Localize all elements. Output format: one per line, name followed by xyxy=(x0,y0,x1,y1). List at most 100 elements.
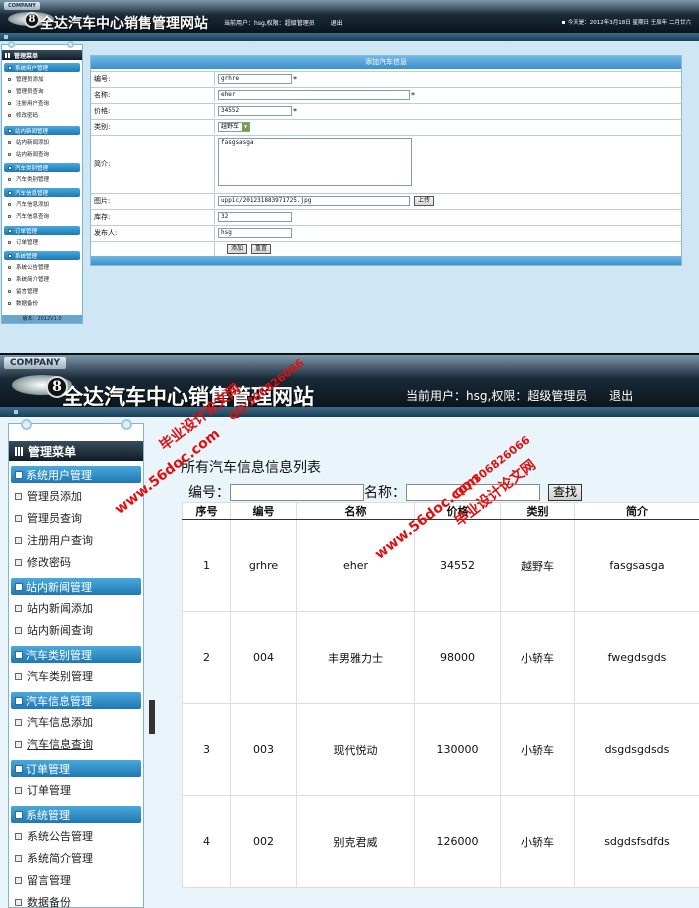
upload-button[interactable]: 上传 xyxy=(414,196,435,206)
menu-item-label: 系统公告管理 xyxy=(27,830,93,843)
menu-item-announcements[interactable]: 系统公告管理 xyxy=(8,262,78,272)
table-cell: 别克君威 xyxy=(296,795,415,888)
menu-item-announcements[interactable]: 系统公告管理 xyxy=(15,826,139,846)
field-cell: uppic/201231883971725.jpg 上传 xyxy=(215,194,681,208)
menu-item-car-query[interactable]: 汽车信息查询 xyxy=(8,211,78,221)
menu-group-system-users[interactable]: 系统用户管理 xyxy=(4,63,80,72)
menu-group-system[interactable]: 系统管理 xyxy=(4,251,80,260)
menu-item-orders[interactable]: 订单管理 xyxy=(8,237,78,247)
search-button[interactable]: 查找 xyxy=(548,483,583,501)
user-role: 超级管理员 xyxy=(527,389,588,403)
menu-item-admin-query[interactable]: 管理员查询 xyxy=(8,86,78,96)
menu-group-car-info[interactable]: 汽车信息管理 xyxy=(4,188,80,197)
table-row: 4 002 别克君威 126000 小轿车 sdgdsfsdfds xyxy=(182,795,699,888)
menu-item-system-intro[interactable]: 系统简介管理 xyxy=(8,274,78,284)
menu-item-label: 汽车信息查询 xyxy=(27,738,93,751)
logout-link[interactable]: 退出 xyxy=(331,20,343,27)
menu-group-orders[interactable]: 订单管理 xyxy=(11,760,141,777)
menu-item-registered-users[interactable]: 注册用户查询 xyxy=(8,98,78,108)
list-title: 所有汽车信息信息列表 xyxy=(181,460,321,476)
menu-item-car-types[interactable]: 汽车类别管理 xyxy=(8,174,78,184)
menu-item-news-query[interactable]: 站内新闻查询 xyxy=(8,149,78,159)
screenshot-car-list: COMPANY 8 全达汽车中心销售管理网站 当前用户：hsg,权限：超级管理员… xyxy=(0,355,699,908)
menu-item-backup[interactable]: 数据备份 xyxy=(8,298,78,308)
menu-item-admin-add[interactable]: 管理员添加 xyxy=(8,74,78,84)
type-select[interactable]: 越野车 ▼ xyxy=(218,122,250,132)
menu-item-registered-users[interactable]: 注册用户查询 xyxy=(15,530,139,550)
menu-item-label: 留言管理 xyxy=(16,289,39,295)
code-search-input[interactable] xyxy=(230,483,364,501)
menu-item-change-password[interactable]: 修改密码 xyxy=(15,552,139,572)
menu-item-car-types[interactable]: 汽车类别管理 xyxy=(15,666,139,686)
menu-group-label: 系统用户管理 xyxy=(15,65,49,72)
intro-textarea[interactable]: fasgsasga xyxy=(218,138,412,186)
menu-item-label: 数据备份 xyxy=(16,301,39,307)
search-bar: 编号： 名称： 查找 xyxy=(188,482,583,502)
menu-item-news-add[interactable]: 站内新闻添加 xyxy=(8,137,78,147)
publisher-input[interactable]: hsg xyxy=(218,228,292,238)
company-badge: COMPANY xyxy=(4,2,40,10)
site-title: 全达汽车中心销售管理网站 xyxy=(40,16,208,32)
sidebar-title: 管理菜单 xyxy=(9,441,143,461)
menu-group-system-users[interactable]: 系统用户管理 xyxy=(11,466,141,483)
page-icon xyxy=(15,492,22,500)
menu-group-car-types[interactable]: 汽车类别管理 xyxy=(4,163,80,172)
folder-icon xyxy=(8,228,12,233)
menu-item-messages[interactable]: 留言管理 xyxy=(15,870,139,890)
table-row: 1 grhre eher 34552 越野车 fasgsasga xyxy=(182,519,699,612)
menu-group-car-info[interactable]: 汽车信息管理 xyxy=(11,692,141,709)
stock-input[interactable]: 32 xyxy=(218,212,292,222)
menu-group-orders[interactable]: 订单管理 xyxy=(4,226,80,235)
table-cell: 002 xyxy=(230,795,297,888)
menu-group-car-types[interactable]: 汽车类别管理 xyxy=(11,646,141,663)
add-button[interactable]: 添加 xyxy=(227,244,248,254)
menu-group-system[interactable]: 系统管理 xyxy=(11,806,141,823)
name-input[interactable]: eher xyxy=(218,90,410,100)
folder-icon xyxy=(8,65,12,70)
menu-item-change-password[interactable]: 修改密码 xyxy=(8,110,78,120)
menu-group-news[interactable]: 站内新闻管理 xyxy=(11,578,141,595)
reset-button[interactable]: 重置 xyxy=(251,244,272,254)
header: COMPANY 8 全达汽车中心销售管理网站 当前用户：hsg,权限：超级管理员… xyxy=(0,0,699,33)
user-name: hsg xyxy=(254,20,265,27)
menu-item-label: 管理员查询 xyxy=(27,512,82,525)
folder-icon xyxy=(8,165,12,170)
date-info: 今天是：2012年3月18日 星期日 壬辰年 二月廿六 xyxy=(561,18,691,26)
form-row-actions: 添加 重置 xyxy=(91,241,681,256)
date-text: 今天是：2012年3月18日 星期日 壬辰年 二月廿六 xyxy=(567,20,691,26)
table-cell: 003 xyxy=(230,703,297,796)
menu-item-system-intro[interactable]: 系统简介管理 xyxy=(15,848,139,868)
menu-group-news[interactable]: 站内新闻管理 xyxy=(4,126,80,135)
field-cell: fasgsasga xyxy=(215,136,681,192)
sidebar-collapse-handle[interactable] xyxy=(149,700,155,734)
menu-item-news-add[interactable]: 站内新闻添加 xyxy=(15,598,139,618)
logout-link[interactable]: 退出 xyxy=(609,389,633,403)
code-input[interactable]: grhre xyxy=(218,74,292,84)
page-icon xyxy=(8,214,11,218)
field-cell: 越野车 ▼ xyxy=(215,120,681,134)
menu-item-car-query[interactable]: 汽车信息查询 xyxy=(15,734,139,754)
menu-item-orders[interactable]: 订单管理 xyxy=(15,780,139,800)
menu-item-label: 管理员添加 xyxy=(16,77,44,83)
menu-item-label: 订单管理 xyxy=(27,784,71,797)
page-icon xyxy=(8,113,11,117)
menu-item-messages[interactable]: 留言管理 xyxy=(8,286,78,296)
price-input[interactable]: 34552 xyxy=(218,106,292,116)
menu-item-backup[interactable]: 数据备份 xyxy=(15,892,139,908)
menu-group-label: 汽车信息管理 xyxy=(15,190,49,197)
column-header: 简介 xyxy=(574,502,699,520)
menu-item-news-query[interactable]: 站内新闻查询 xyxy=(15,620,139,640)
logo-badge-icon: 8 xyxy=(24,12,40,28)
required-mark: * xyxy=(293,106,297,116)
table-cell: 004 xyxy=(230,611,297,704)
menu-item-label: 系统公告管理 xyxy=(16,265,50,271)
table-cell: 小轿车 xyxy=(500,611,575,704)
field-label: 编号: xyxy=(91,72,215,86)
menu-item-car-add[interactable]: 汽车信息添加 xyxy=(15,712,139,732)
menu-item-label: 注册用户查询 xyxy=(27,534,93,547)
menu-item-label: 管理员添加 xyxy=(27,490,82,503)
calendar-icon xyxy=(561,21,565,24)
menu-item-car-add[interactable]: 汽车信息添加 xyxy=(8,199,78,209)
image-path-input[interactable]: uppic/201231883971725.jpg xyxy=(218,196,410,206)
page-icon xyxy=(15,558,22,566)
